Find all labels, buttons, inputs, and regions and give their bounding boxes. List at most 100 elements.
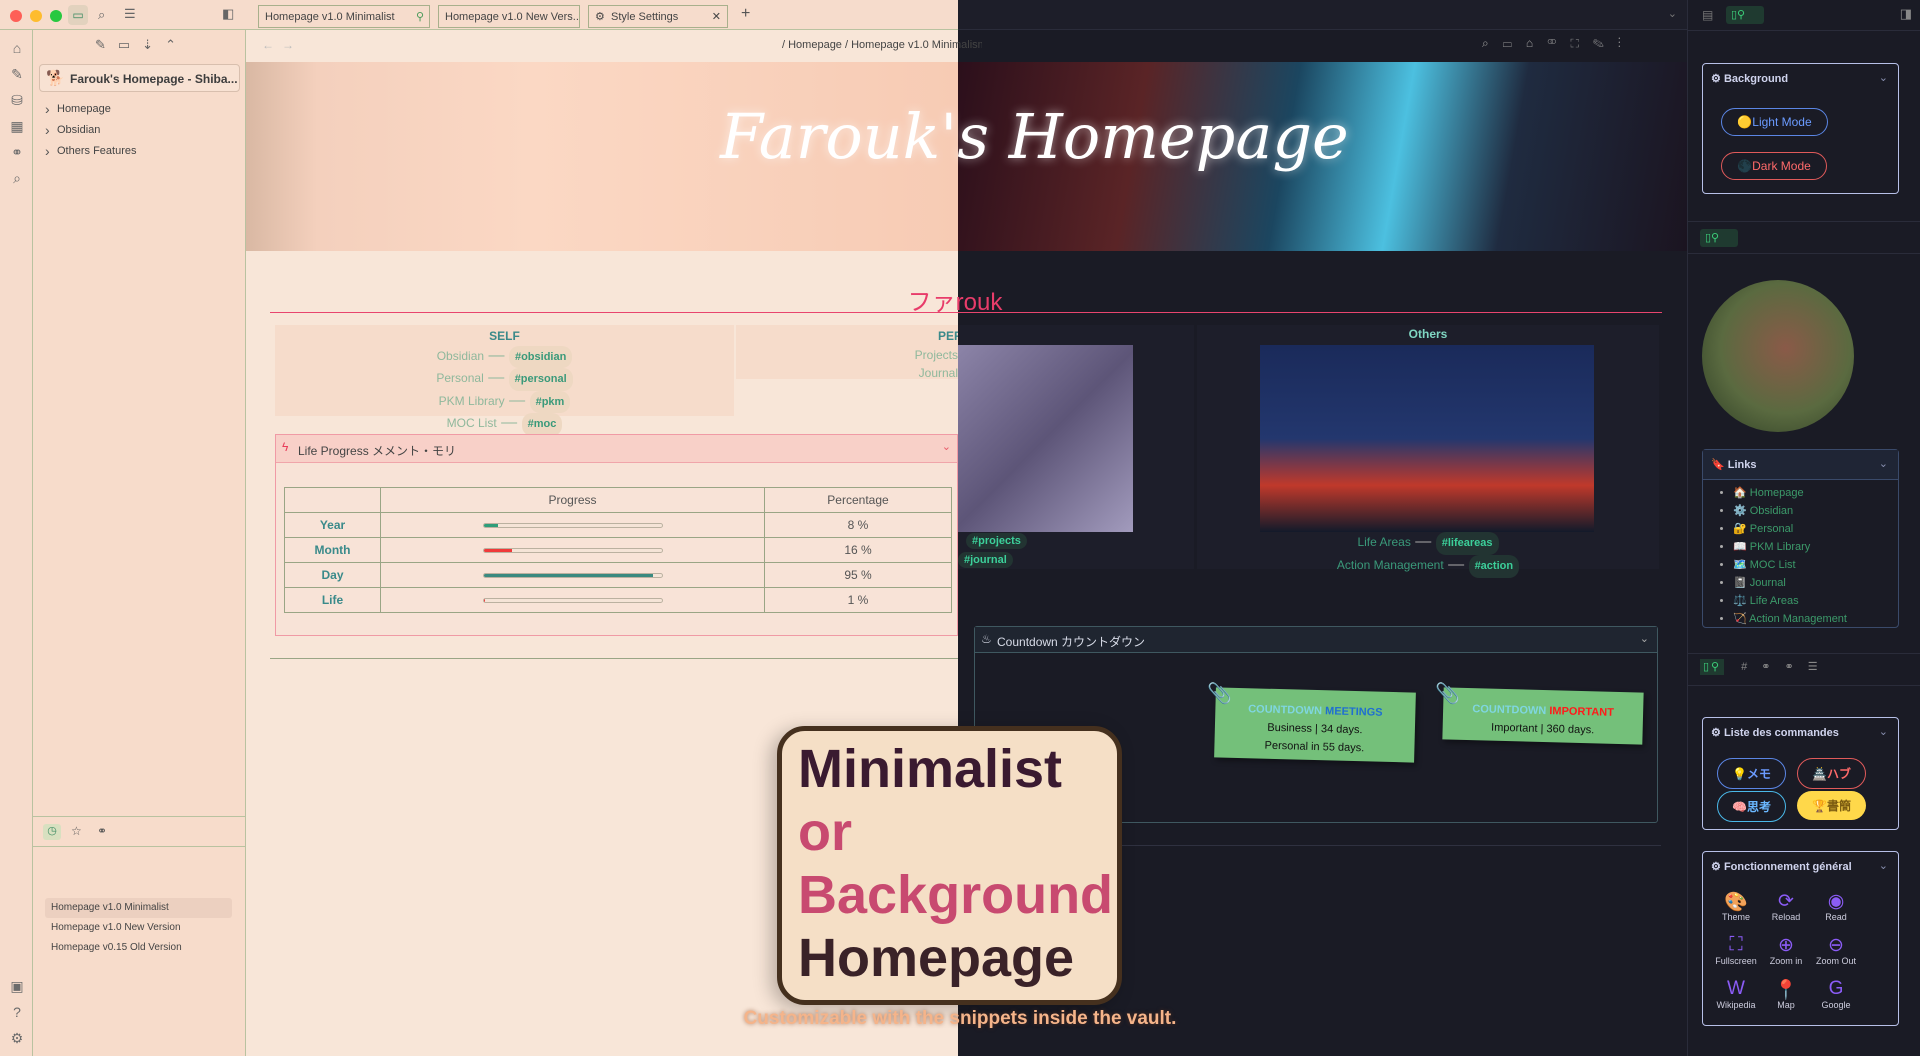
recent-file[interactable]: Homepage v0.15 Old Version	[45, 938, 232, 958]
new-tab-button[interactable]: +	[741, 5, 750, 23]
tab-homepage-minimalist[interactable]: Homepage v1.0 Minimalist ⚲	[258, 5, 430, 28]
sidebar-link[interactable]: 📓 Journal	[1733, 576, 1898, 594]
command-letters-button[interactable]: 🏆書簡	[1797, 791, 1866, 820]
files-icon[interactable]: ▭	[68, 5, 88, 25]
chevron-down-icon[interactable]: ⌄	[1879, 725, 1888, 738]
gear-icon: ⚙	[1711, 861, 1721, 873]
close-window-button[interactable]	[10, 10, 22, 22]
sidebar-link[interactable]: 📖 PKM Library	[1733, 540, 1898, 558]
graph-icon[interactable]: ⚭	[8, 144, 26, 162]
calendar-icon[interactable]: ▤	[1702, 8, 1713, 22]
chevron-down-icon[interactable]: ⌄	[1879, 457, 1888, 470]
tag[interactable]: #moc	[521, 413, 563, 436]
command-memo-button[interactable]: 💡メモ	[1717, 758, 1786, 789]
close-tab-icon[interactable]: ✕	[712, 10, 721, 23]
settings-icon[interactable]: ⚙	[8, 1030, 26, 1048]
view-actions[interactable]: ⌕▭⌂⚭⛶✎⋮	[1482, 36, 1635, 51]
avatar	[1702, 280, 1854, 432]
explorer-toolbar[interactable]: ✎▭⇣⌃	[95, 37, 188, 53]
panel-tabs[interactable]: ▯⚲ #⚭⚭☰	[1700, 659, 1832, 675]
sidebar-link[interactable]: ⚖️ Life Areas	[1733, 594, 1898, 612]
recent-file[interactable]: Homepage v1.0 Minimalist	[45, 898, 232, 918]
dark-mode-button[interactable]: 🌑Dark Mode	[1721, 152, 1827, 180]
command-thinking-button[interactable]: 🧠思考	[1717, 791, 1786, 822]
link-journal[interactable]: Journal	[736, 364, 958, 379]
sidebar-toggle-icon[interactable]: ◧	[222, 6, 234, 22]
recent-files-icon[interactable]: ◷	[43, 824, 61, 840]
gear-icon: ⚙	[1711, 73, 1721, 85]
read-icon: ◉	[1827, 891, 1845, 912]
chevron-down-icon[interactable]: ⌄	[942, 440, 951, 453]
sidebar-link[interactable]: 🔐 Personal	[1733, 522, 1898, 540]
callout-header[interactable]: ♨ Countdown カウントダウン ⌄	[975, 627, 1657, 653]
command-hub-button[interactable]: 🏯ハブ	[1797, 758, 1866, 789]
file-pin-icon[interactable]: ▯⚲	[1700, 229, 1738, 247]
command-google-button[interactable]: G Google	[1811, 978, 1861, 1010]
tab-homepage-new-version[interactable]: Homepage v1.0 New Vers...	[438, 5, 580, 28]
tag[interactable]: #obsidian	[508, 345, 573, 368]
tag[interactable]: #lifeareas	[1435, 532, 1499, 555]
layout-icon[interactable]: ▦	[8, 118, 26, 136]
command-wikipedia-button[interactable]: W Wikipedia	[1711, 978, 1761, 1010]
search-icon[interactable]: ⌕	[98, 7, 105, 23]
command-fullscreen-button[interactable]: ⛶ Fullscreen	[1711, 934, 1761, 966]
star-icon[interactable]: ☆	[71, 824, 82, 838]
help-icon[interactable]: ?	[8, 1004, 26, 1022]
chevron-down-icon[interactable]: ⌄	[1668, 7, 1677, 20]
map-icon: 📍	[1774, 980, 1798, 1001]
self-link: Obsidian — #obsidian	[275, 345, 734, 368]
theme-icon: 🎨	[1724, 892, 1748, 913]
back-button[interactable]: ←	[262, 38, 274, 52]
others-image	[1260, 345, 1594, 532]
callout-header[interactable]: ϟ Life Progress メメント・モリ ⌄	[276, 435, 957, 463]
tree-folder-homepage[interactable]: Homepage	[43, 101, 233, 124]
minimize-window-button[interactable]	[30, 10, 42, 22]
search-icon[interactable]: ⌕	[8, 170, 26, 188]
maximize-window-button[interactable]	[50, 10, 62, 22]
command-zoom-out-button[interactable]: ⊖ Zoom Out	[1811, 934, 1861, 966]
graph-icon[interactable]: ⚭	[97, 824, 107, 838]
tab-style-settings[interactable]: ⚙ Style Settings ✕	[588, 5, 728, 28]
edit-icon[interactable]: ✎	[8, 66, 26, 84]
column-header: Progress	[380, 487, 765, 513]
command-theme-button[interactable]: 🎨 Theme	[1711, 890, 1761, 922]
chevron-down-icon[interactable]: ⌄	[1640, 632, 1649, 645]
command-reload-button[interactable]: ⟳ Reload	[1761, 890, 1811, 922]
life-progress-table: Progress Percentage Year 8 % Month 16 % Day 95…	[284, 487, 952, 613]
vault-icon[interactable]: ▣	[8, 978, 26, 996]
command-map-button[interactable]: 📍 Map	[1761, 978, 1811, 1010]
wikipedia-icon: W	[1727, 978, 1745, 999]
chevron-down-icon[interactable]: ⌄	[1879, 71, 1888, 84]
others-link: Life Areas — #lifeareas	[1197, 532, 1659, 555]
tag-projects[interactable]: #projects	[966, 533, 1027, 549]
tree-folder-others-features[interactable]: Others Features	[43, 143, 233, 166]
vault-switcher[interactable]: 🐕 Farouk's Homepage - Shiba...	[39, 64, 240, 92]
sidebar-link[interactable]: 🏠 Homepage	[1733, 486, 1898, 504]
database-icon[interactable]: ⛁	[8, 92, 26, 110]
general-panel: ⚙ Fonctionnement général ⌄ 🎨 Theme ⟳ Reload ◉…	[1702, 851, 1899, 1026]
sidebar-toggle-icon[interactable]: ◨	[1900, 6, 1912, 22]
bookmarks-icon[interactable]: ☰	[124, 6, 136, 22]
sidebar-link[interactable]: ⚙️ Obsidian	[1733, 504, 1898, 522]
sidebar-link[interactable]: 🏹 Action Management	[1733, 612, 1898, 630]
tag[interactable]: #personal	[508, 368, 573, 391]
pin-icon[interactable]: ⚲	[416, 10, 424, 23]
forward-button[interactable]: →	[282, 38, 294, 52]
file-pin-icon[interactable]: ▯⚲	[1726, 6, 1764, 24]
zoom-out-icon: ⊖	[1828, 935, 1844, 956]
tree-folder-obsidian[interactable]: Obsidian	[43, 122, 233, 145]
dark-tab-bar: ⌄	[958, 0, 1687, 30]
link-projects[interactable]: Projects	[736, 346, 958, 365]
tag[interactable]: #action	[1468, 555, 1520, 578]
google-icon: G	[1828, 978, 1844, 999]
light-mode-button[interactable]: 🟡Light Mode	[1721, 108, 1828, 136]
tag[interactable]: #pkm	[529, 390, 571, 413]
chevron-down-icon[interactable]: ⌄	[1879, 859, 1888, 872]
home-icon[interactable]: ⌂	[8, 40, 26, 58]
sidebar-link[interactable]: 🗺️ MOC List	[1733, 558, 1898, 576]
command-read-button[interactable]: ◉ Read	[1811, 890, 1861, 922]
tag-journal[interactable]: #journal	[958, 552, 1013, 568]
column-header: Percentage	[764, 487, 952, 513]
recent-file[interactable]: Homepage v1.0 New Version	[45, 918, 232, 938]
command-zoom-in-button[interactable]: ⊕ Zoom in	[1761, 934, 1811, 966]
